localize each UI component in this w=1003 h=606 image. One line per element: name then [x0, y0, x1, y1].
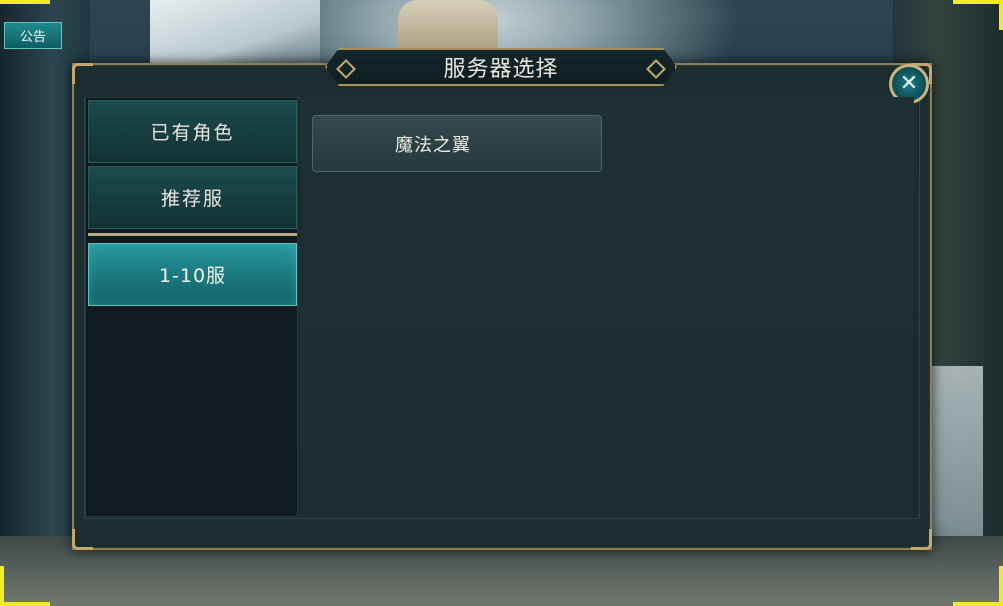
tab-label: 1-10服: [158, 265, 227, 287]
server-list: 魔法之翼: [300, 97, 914, 517]
dialog-title: 服务器选择: [443, 57, 559, 82]
ice-formation: [150, 0, 320, 70]
statue-figure: [398, 0, 498, 55]
corner-marker-bottom-left-v: [0, 566, 4, 606]
corner-marker-bottom-right-v: [999, 566, 1003, 606]
tab-recommended-servers[interactable]: 推荐服: [88, 166, 297, 229]
corner-marker-bottom-right: [953, 602, 1003, 606]
sidebar-divider: [88, 233, 297, 236]
title-ornament-right: [646, 59, 666, 79]
ornament-top-left: [72, 63, 93, 84]
server-item[interactable]: 魔法之翼: [312, 115, 602, 172]
dialog-title-banner: 服务器选择: [325, 48, 677, 86]
ornament-bottom-right: [911, 529, 932, 550]
ornament-bottom-left: [72, 529, 93, 550]
tab-existing-characters[interactable]: 已有角色: [88, 100, 297, 163]
corner-marker-top-right-v: [999, 0, 1003, 30]
tab-label: 推荐服: [160, 188, 224, 210]
corner-marker-top-right: [953, 0, 1003, 4]
tab-label: 已有角色: [150, 122, 235, 144]
server-name: 魔法之翼: [395, 134, 471, 156]
corner-marker-bottom-left: [0, 602, 50, 606]
tab-servers-1-10[interactable]: 1-10服: [88, 243, 297, 306]
title-ornament-left: [336, 59, 356, 79]
server-group-sidebar: 已有角色 推荐服 1-10服: [85, 97, 298, 517]
close-icon: ✕: [899, 71, 919, 96]
notice-button[interactable]: 公告: [4, 22, 62, 49]
corner-marker-top-left: [0, 0, 50, 4]
